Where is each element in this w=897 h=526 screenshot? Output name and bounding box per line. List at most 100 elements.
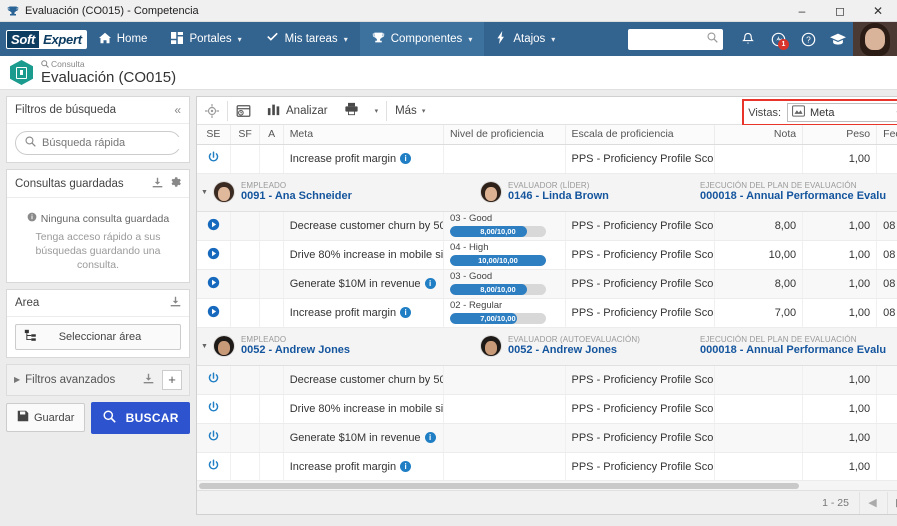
select-area-label: Seleccionar área	[58, 330, 142, 343]
saved-empty-sub: Tenga acceso rápido a sus búsquedas guar…	[35, 231, 161, 272]
cell-a	[259, 144, 284, 174]
collapse-sidebar-icon[interactable]: «	[174, 103, 181, 117]
group-plan-value: 000018 - Annual Performance Evalu	[700, 190, 887, 203]
column-header-peso[interactable]: Peso	[802, 125, 878, 145]
bell-icon[interactable]	[733, 22, 763, 56]
area-panel: Area Seleccionar área	[6, 288, 190, 358]
table-row[interactable]: Increase profit margin i PPS - Proficiency…	[197, 452, 897, 480]
table-row[interactable]: Decrease customer churn by 50%i PPS - Pro…	[197, 365, 897, 395]
play-icon[interactable]	[197, 298, 231, 328]
target-icon[interactable]	[197, 97, 227, 125]
area-import-icon[interactable]	[170, 296, 181, 310]
help-icon[interactable]: ?	[793, 22, 823, 56]
gear-icon[interactable]	[169, 176, 181, 191]
horizontal-scroll-thumb[interactable]	[199, 483, 799, 489]
table-row[interactable]: Increase profit margin i PPS - Proficiency…	[197, 144, 897, 174]
cell-sf	[230, 144, 261, 174]
history-window-icon[interactable]	[228, 97, 259, 125]
more-menu[interactable]: Más ▾	[387, 97, 433, 125]
filter-import-icon[interactable]	[152, 177, 163, 191]
nav-item-mis-tareas[interactable]: Mis tareas ▾	[254, 22, 360, 56]
global-search[interactable]	[628, 28, 723, 50]
select-area-button[interactable]: Seleccionar área	[15, 323, 181, 350]
avatar	[213, 335, 235, 357]
next-page-button[interactable]: ▶	[887, 491, 897, 514]
column-header-nota[interactable]: Nota	[714, 125, 804, 145]
print-button[interactable]	[336, 97, 367, 125]
cell-nota: 8,00	[714, 269, 804, 299]
cell-sf	[230, 211, 261, 241]
horizontal-scrollbar[interactable]	[197, 480, 897, 490]
nav-item-componentes[interactable]: Componentes ▾	[359, 22, 485, 56]
quick-search-input[interactable]	[42, 137, 184, 149]
views-dropdown[interactable]: Meta ▾	[787, 103, 897, 122]
proficiency-value: 8,00/10,00	[480, 284, 516, 294]
group-plan: EJECUCIÓN DEL PLAN DE EVALUACIÓN 000018 -…	[700, 181, 886, 203]
group-row-cell: ▼ EMPLEADO 0091 - Ana Schneider EVALUADOR (…	[197, 173, 897, 212]
column-header-escala[interactable]: Escala de proficiencia	[565, 125, 715, 145]
power-icon[interactable]	[197, 423, 231, 453]
add-filter-button[interactable]: +	[162, 369, 182, 390]
graduation-cap-icon[interactable]	[823, 22, 853, 56]
info-icon[interactable]: i	[424, 432, 436, 444]
info-icon[interactable]: i	[400, 153, 412, 165]
group-collapse-icon[interactable]: ▼	[201, 189, 213, 196]
chevron-down-icon: ▾	[468, 34, 473, 44]
save-button[interactable]: Guardar	[6, 403, 86, 433]
power-icon[interactable]	[197, 365, 231, 395]
cell-peso: 1,00	[802, 269, 878, 299]
grid-icon	[171, 31, 184, 47]
table-row[interactable]: Decrease customer churn by 50%i03 - Good…	[197, 211, 897, 241]
table-group-row[interactable]: ▼ EMPLEADO 0052 - Andrew Jones EVALUADOR (A…	[197, 327, 897, 366]
column-header-a[interactable]: A	[259, 125, 284, 145]
column-header-meta[interactable]: Meta	[283, 125, 444, 145]
close-button[interactable]: ✕	[859, 0, 897, 22]
area-panel-body: Seleccionar área	[7, 317, 189, 357]
filters-panel-body	[7, 124, 189, 162]
play-icon[interactable]	[197, 240, 231, 270]
analyze-button[interactable]: Analizar	[259, 97, 336, 125]
cell-sf	[230, 423, 261, 453]
print-dropdown-toggle[interactable]: ▾	[367, 97, 387, 125]
maximize-button[interactable]: ◻	[821, 0, 859, 22]
table-row[interactable]: Generate $10M in revenue i 03 - Good 8,00/1…	[197, 269, 897, 299]
global-search-input[interactable]	[633, 33, 707, 45]
filters-panel-header: Filtros de búsqueda «	[7, 97, 189, 124]
table-row[interactable]: Drive 80% increase in mobile signup04 - …	[197, 240, 897, 270]
power-icon[interactable]	[197, 394, 231, 424]
table-group-row[interactable]: ▼ EMPLEADO 0091 - Ana Schneider EVALUADOR (…	[197, 173, 897, 212]
table-row[interactable]: Increase profit margin i 02 - Regular 7,00/…	[197, 298, 897, 328]
prev-page-button[interactable]: ◀	[859, 491, 885, 514]
nav-item-atajos[interactable]: Atajos ▾	[484, 22, 567, 56]
info-icon[interactable]: i	[400, 461, 412, 473]
play-icon[interactable]	[197, 211, 231, 241]
column-header-sf[interactable]: SF	[230, 125, 261, 145]
table-row[interactable]: Drive 80% increase in mobile signup PPS -…	[197, 394, 897, 424]
minimize-button[interactable]: –	[783, 0, 821, 22]
nav-item-home[interactable]: Home	[87, 22, 160, 56]
group-collapse-icon[interactable]: ▼	[201, 343, 213, 350]
results-table-body: Increase profit margin i PPS - Proficiency…	[197, 144, 897, 480]
advanced-import-icon[interactable]	[143, 373, 154, 387]
nav-item-portales[interactable]: Portales ▾	[159, 22, 253, 56]
info-icon[interactable]: i	[424, 278, 436, 290]
advanced-filters-row[interactable]: ▶ Filtros avanzados +	[6, 363, 190, 396]
briefcase-hex-icon	[10, 60, 33, 85]
group-plan-caption: EJECUCIÓN DEL PLAN DE EVALUACIÓN	[700, 181, 857, 191]
support-icon[interactable]: 1	[763, 22, 793, 56]
power-icon[interactable]	[197, 144, 231, 174]
user-avatar[interactable]	[853, 22, 897, 56]
search-button[interactable]: BUSCAR	[91, 401, 190, 434]
quick-search-field[interactable]	[15, 131, 184, 155]
power-icon[interactable]	[197, 452, 231, 480]
page-header-texts: Consulta Evaluación (CO015)	[41, 60, 176, 86]
softexpert-logo[interactable]: Soft Expert	[6, 29, 87, 49]
cell-fecha	[876, 423, 897, 453]
column-header-se[interactable]: SE	[197, 125, 231, 145]
play-icon[interactable]	[197, 269, 231, 299]
info-icon[interactable]: i	[400, 307, 412, 319]
meta-label: Increase profit margin	[289, 460, 397, 473]
column-header-fecha[interactable]: Fecha	[876, 125, 897, 145]
table-row[interactable]: Generate $10M in revenue i PPS - Proficien…	[197, 423, 897, 453]
column-header-nivel[interactable]: Nivel de proficiencia	[443, 125, 566, 145]
